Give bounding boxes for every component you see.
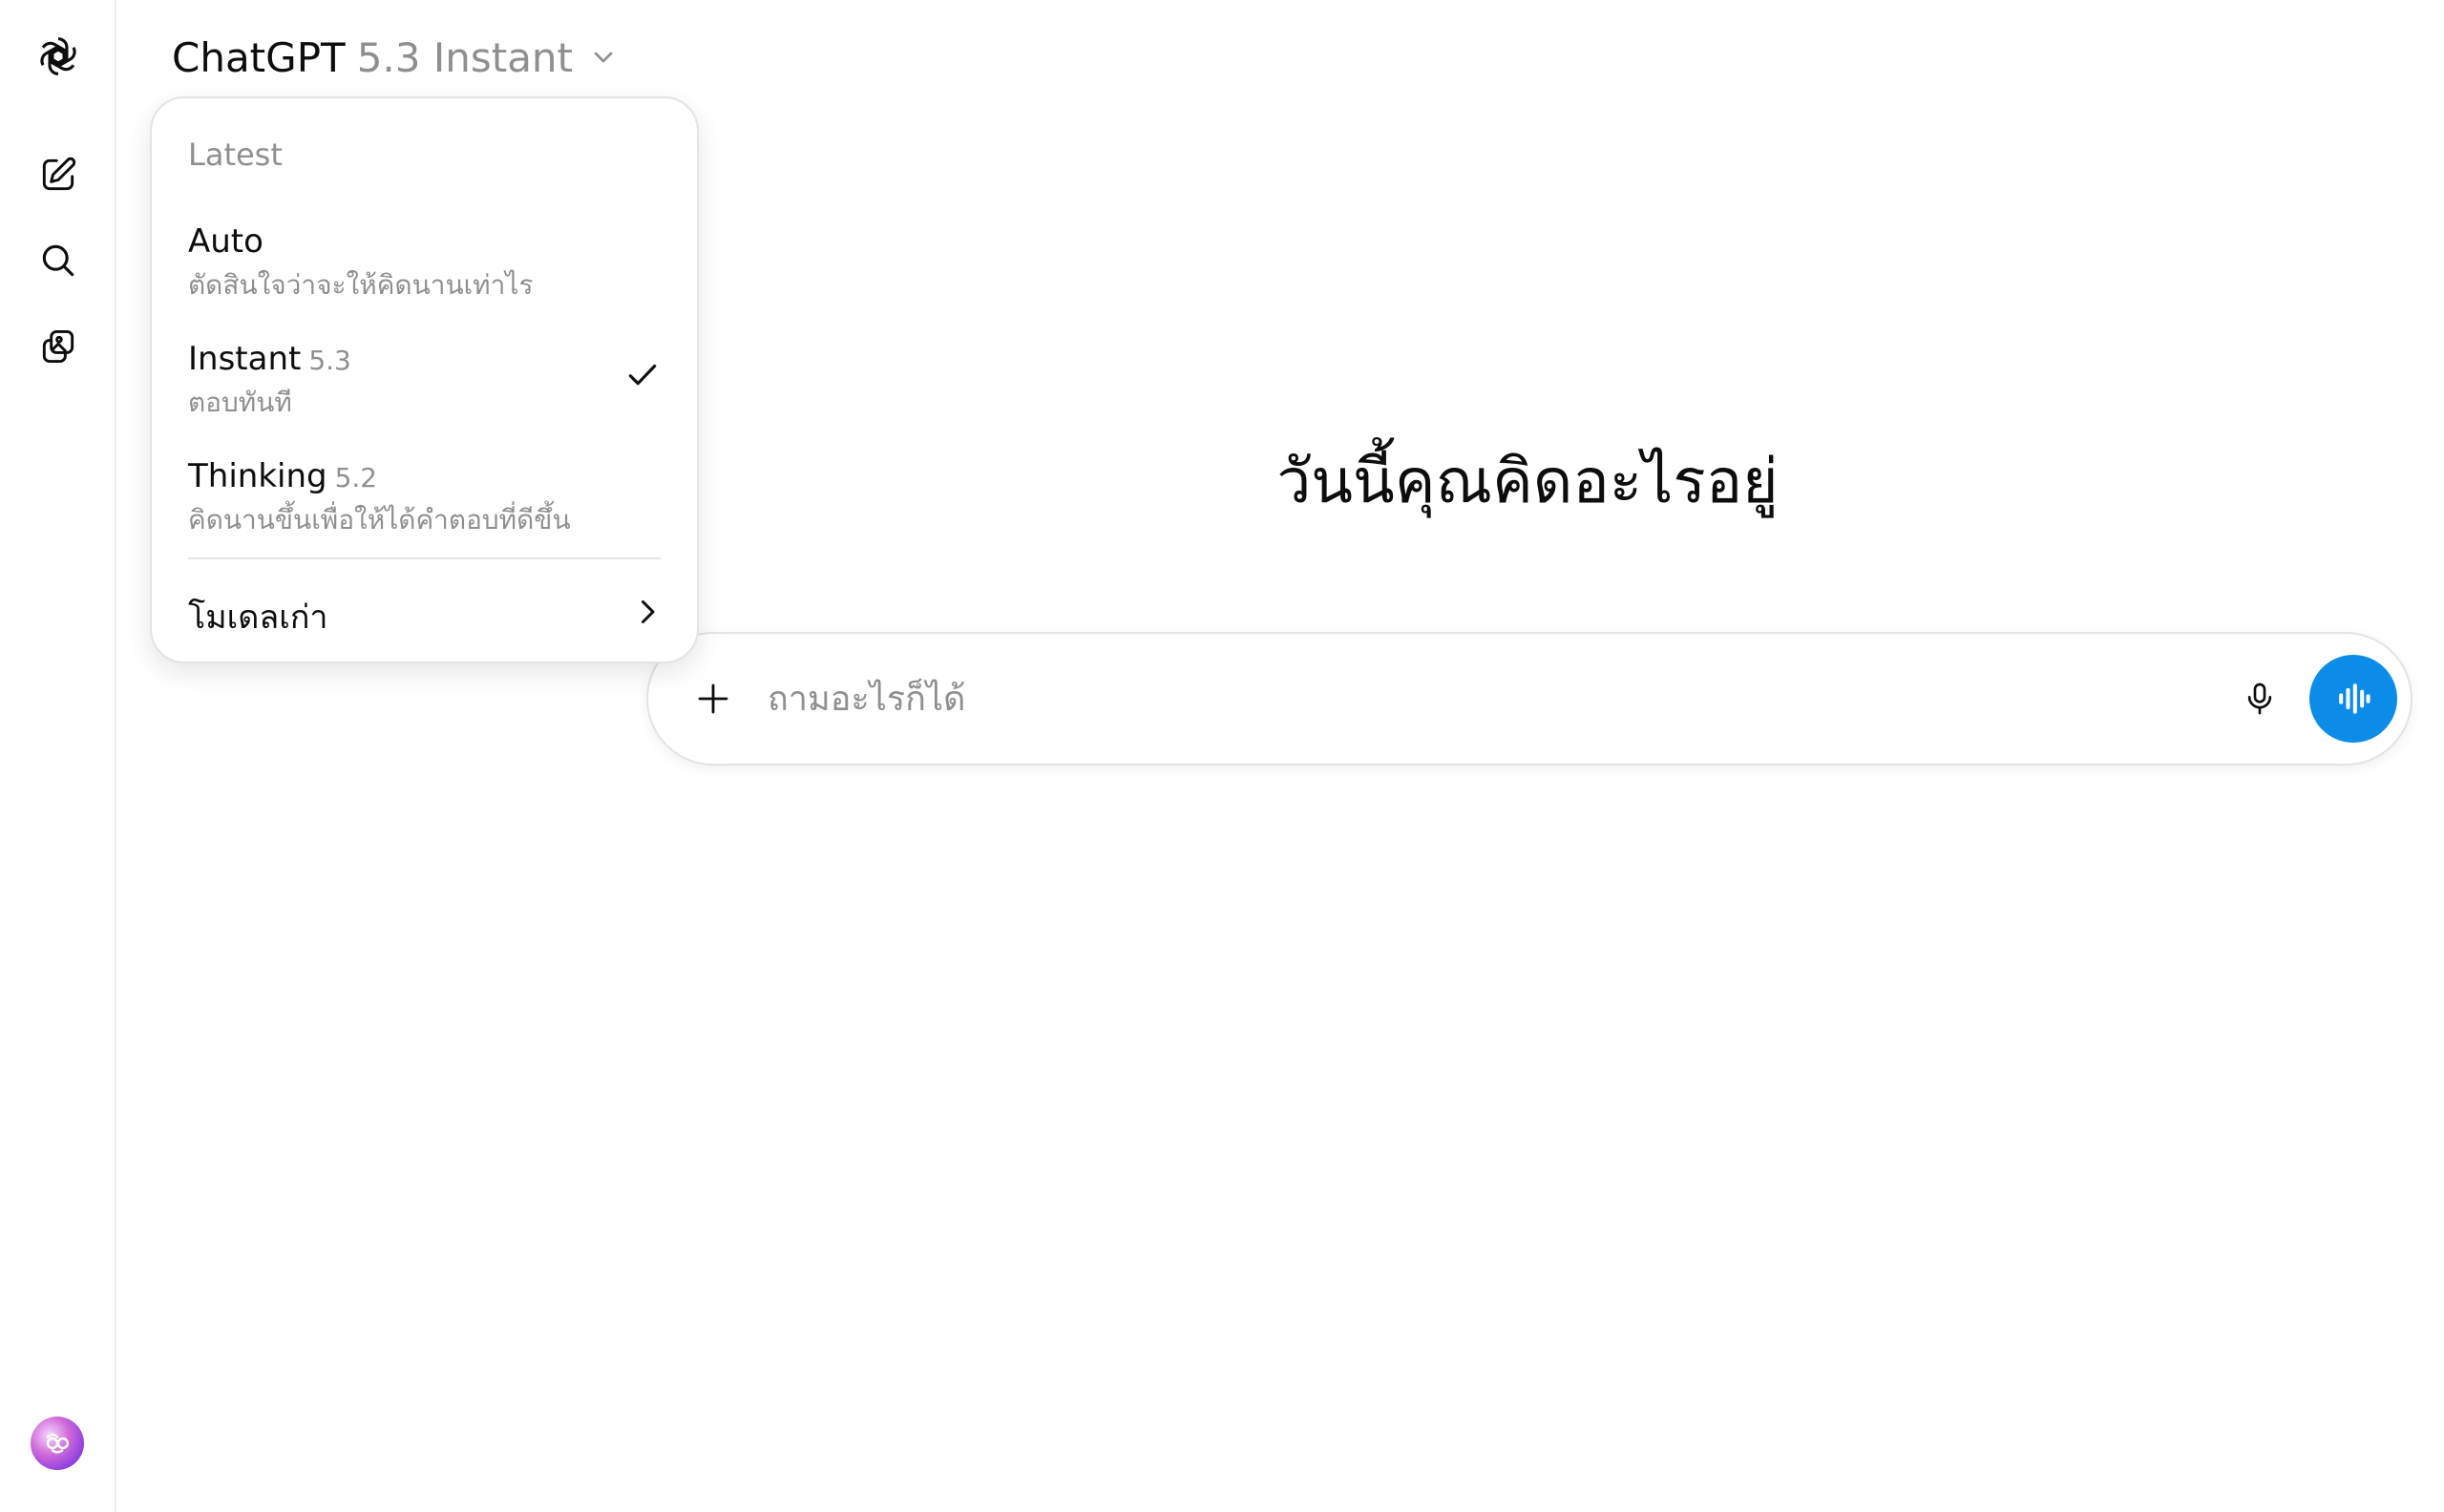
menu-item-description: คิดนานขึ้นเพื่อให้ได้คำตอบที่ดีขึ้น <box>188 504 571 536</box>
plus-icon <box>698 683 728 714</box>
search-icon[interactable] <box>34 237 82 284</box>
sidebar-rail <box>0 0 116 1512</box>
dictation-button[interactable] <box>2233 672 2286 725</box>
user-avatar[interactable] <box>31 1417 84 1470</box>
chatgpt-app: ChatGPT 5.3 Instant Latest Auto ตัดสินใจ… <box>0 0 2444 1512</box>
openai-logo-icon[interactable] <box>34 32 82 80</box>
menu-item-description: ตอบทันที <box>188 387 292 418</box>
menu-item-version: 5.3 <box>308 345 351 376</box>
model-variant-label: 5.3 Instant <box>356 33 574 81</box>
audio-waveform-icon <box>2339 683 2370 714</box>
menu-item-version: 5.2 <box>334 462 378 494</box>
menu-item-title-text: Instant <box>188 340 302 378</box>
checkmark-icon <box>628 364 657 386</box>
model-menu: Latest Auto ตัดสินใจว่าจะให้คิดนานเท่าไร… <box>150 96 699 663</box>
menu-item-description: ตัดสินใจว่าจะให้คิดนานเท่าไร <box>188 269 534 301</box>
microphone-icon <box>2247 682 2272 715</box>
menu-item-instant[interactable]: Instant 5.3 ตอบทันที <box>165 323 684 426</box>
app-title: ChatGPT <box>172 33 346 81</box>
chevron-right-icon <box>642 600 655 623</box>
model-picker-button[interactable]: ChatGPT 5.3 Instant <box>172 29 619 86</box>
menu-item-title-text: Thinking <box>188 457 327 495</box>
add-attachment-button[interactable] <box>686 672 740 725</box>
menu-item-thinking[interactable]: Thinking 5.2 คิดนานขึ้นเพื่อให้ได้คำตอบที… <box>165 440 684 543</box>
menu-item-auto[interactable]: Auto ตัดสินใจว่าจะให้คิดนานเท่าไร <box>165 205 684 308</box>
menu-item-title-text: Auto <box>188 222 263 261</box>
menu-item-title: Auto <box>188 222 263 261</box>
voice-mode-button[interactable] <box>2309 655 2397 743</box>
menu-item-title: Instant 5.3 <box>188 340 351 378</box>
images-icon[interactable] <box>34 323 82 370</box>
page-title: วันนี้คุณคิดอะไรอยู่ <box>1276 447 1779 517</box>
new-chat-icon[interactable] <box>34 151 82 199</box>
menu-divider <box>188 557 661 559</box>
prompt-input[interactable] <box>768 668 2142 729</box>
chevron-down-icon <box>594 52 613 63</box>
menu-item-title: โมเดลเก่า <box>188 598 328 637</box>
menu-item-title: Thinking 5.2 <box>188 457 377 495</box>
composer <box>646 632 2412 766</box>
menu-item-legacy-models[interactable]: โมเดลเก่า <box>165 576 684 650</box>
menu-section-label: Latest <box>188 136 283 173</box>
